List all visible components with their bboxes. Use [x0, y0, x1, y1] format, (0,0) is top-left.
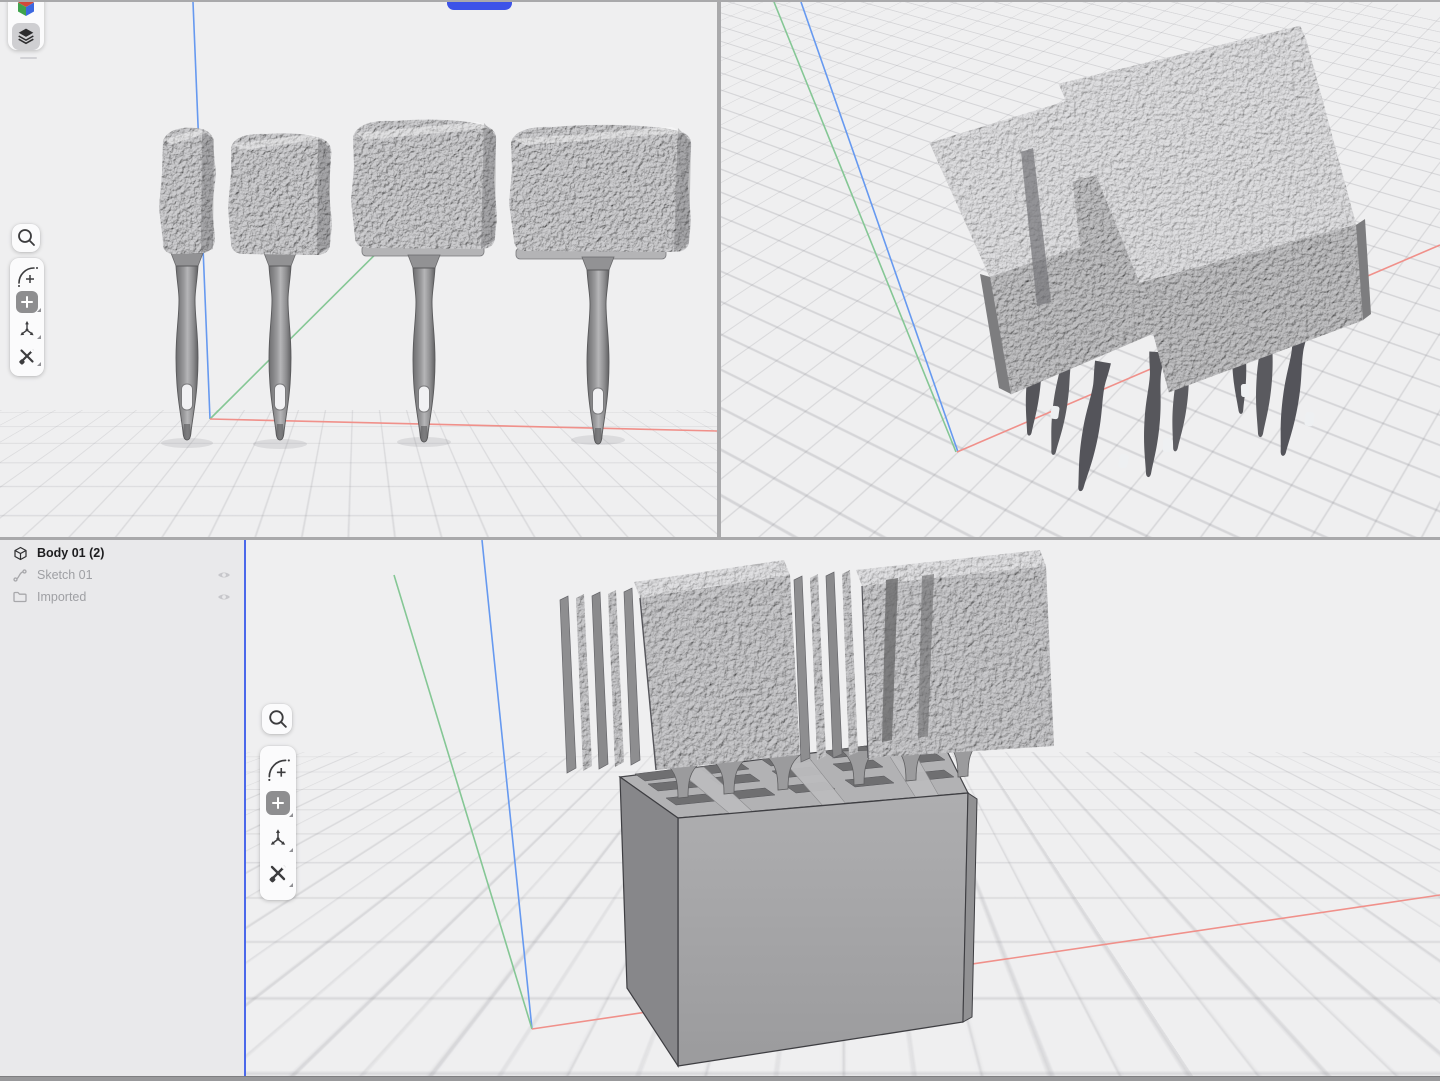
- zoom-tool-button[interactable]: [262, 704, 292, 734]
- add-tool-button[interactable]: [10, 288, 44, 315]
- submenu-corner: [289, 883, 293, 887]
- submenu-corner: [37, 308, 41, 312]
- app-window: Body 01 (2) Sketch 01: [0, 0, 1440, 1081]
- sidebar-item-sketch[interactable]: Sketch 01: [0, 564, 244, 586]
- tools-tool-button[interactable]: [10, 342, 44, 369]
- layers-icon: [15, 25, 37, 47]
- viewport-perspective[interactable]: [246, 540, 1440, 1076]
- zoom-tool-button[interactable]: [12, 224, 40, 252]
- zoom-search-icon: [265, 707, 290, 732]
- viewport-top[interactable]: [721, 2, 1440, 537]
- paintbrush-model-3[interactable]: [351, 120, 497, 442]
- add-icon: [266, 791, 290, 815]
- submenu-corner: [289, 848, 293, 852]
- add-tool-button[interactable]: [260, 785, 296, 820]
- sketch-arc-icon: [15, 263, 39, 287]
- submenu-corner: [37, 362, 41, 366]
- sidebar-item-label: Sketch 01: [37, 568, 206, 582]
- sidebar-item-body[interactable]: Body 01 (2): [0, 542, 244, 564]
- box-left-face: [620, 777, 678, 1066]
- brush-shadows: [161, 435, 625, 449]
- window-bottom-edge: [0, 1076, 1440, 1081]
- items-sidebar: Body 01 (2) Sketch 01: [0, 540, 244, 1076]
- tools-icon: [16, 345, 38, 367]
- brush-cluster-right[interactable]: [794, 550, 1054, 762]
- sketch-arc-icon: [265, 755, 291, 781]
- sketch-spline-icon: [12, 567, 28, 583]
- cube-icon: [12, 545, 28, 561]
- tool-palette: [260, 746, 296, 900]
- tools-icon: [266, 861, 290, 885]
- sketch-tool-button[interactable]: [10, 261, 44, 288]
- scene-front-view: [0, 2, 717, 537]
- paintbrush-model-4[interactable]: [509, 125, 691, 444]
- viewport-front[interactable]: [0, 2, 717, 537]
- orientation-cube-button[interactable]: [12, 2, 40, 21]
- sketch-tool-button[interactable]: [260, 750, 296, 785]
- visibility-eye-icon[interactable]: [215, 589, 232, 606]
- paintbrush-model-1[interactable]: [159, 128, 216, 440]
- paintbrush-grid-model[interactable]: [930, 26, 1371, 493]
- transform-gizmo-icon: [16, 318, 38, 340]
- sidebar-item-imported[interactable]: Imported: [0, 586, 244, 608]
- brush-cluster-left[interactable]: [560, 560, 800, 773]
- submenu-corner: [37, 335, 41, 339]
- zoom-search-icon: [14, 226, 38, 250]
- layers-button[interactable]: [12, 23, 40, 50]
- scene-perspective-view: [246, 540, 1440, 1076]
- orientation-cube-icon: [14, 2, 38, 20]
- transform-gizmo-icon: [266, 826, 290, 850]
- brush-holder-box-model[interactable]: [620, 737, 977, 1066]
- transform-tool-button[interactable]: [260, 820, 296, 855]
- visibility-eye-icon[interactable]: [215, 567, 232, 584]
- transform-tool-button[interactable]: [10, 315, 44, 342]
- palette-divider: [20, 57, 37, 59]
- window-tab-indicator[interactable]: [447, 2, 512, 10]
- sidebar-item-label: Imported: [37, 590, 206, 604]
- sidebar-item-label: Body 01 (2): [37, 546, 232, 560]
- folder-icon: [12, 589, 28, 605]
- paintbrush-model-2[interactable]: [228, 133, 332, 440]
- submenu-corner: [289, 813, 293, 817]
- add-icon: [16, 291, 38, 313]
- scene-top-view: [721, 2, 1440, 537]
- quick-palette: [8, 2, 44, 50]
- tools-tool-button[interactable]: [260, 855, 296, 890]
- tool-palette: [10, 258, 44, 376]
- box-front-face: [678, 793, 968, 1066]
